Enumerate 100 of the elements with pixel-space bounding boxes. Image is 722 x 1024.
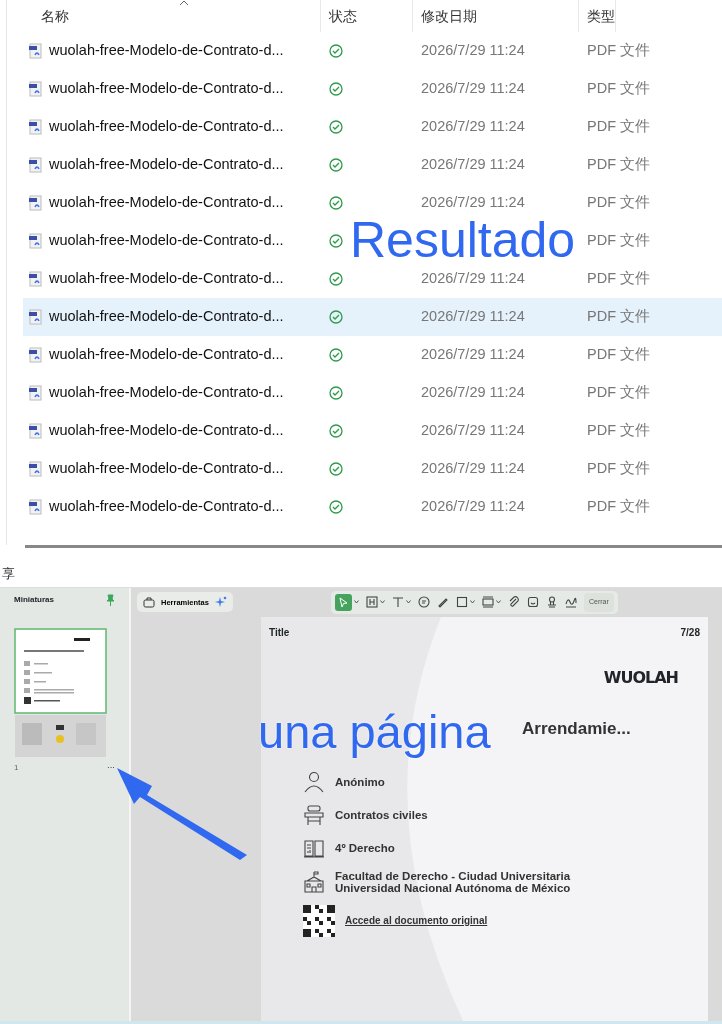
check-circle-icon xyxy=(329,234,343,249)
file-name[interactable]: wuolah-free-Modelo-de-Contrato-d... xyxy=(49,344,284,366)
modified-date: 2026/7/29 11:24 xyxy=(421,42,525,59)
pen-tool[interactable] xyxy=(436,596,449,609)
pdf-file-icon xyxy=(29,233,43,249)
check-circle-icon xyxy=(329,462,343,477)
modified-date: 2026/7/29 11:24 xyxy=(421,384,525,401)
scrollbar[interactable] xyxy=(25,545,722,548)
modified-date: 2026/7/29 11:24 xyxy=(421,80,525,97)
file-name[interactable]: wuolah-free-Modelo-de-Contrato-d... xyxy=(49,420,284,442)
pdf-file-icon xyxy=(29,81,43,97)
file-type: PDF 文件 xyxy=(587,118,651,135)
file-name[interactable]: wuolah-free-Modelo-de-Contrato-d... xyxy=(49,230,284,252)
file-type: PDF 文件 xyxy=(587,346,651,363)
pdf-file-icon xyxy=(29,309,43,325)
file-name[interactable]: wuolah-free-Modelo-de-Contrato-d... xyxy=(49,268,284,290)
modified-date: 2026/7/29 11:24 xyxy=(421,118,525,135)
check-circle-icon xyxy=(329,272,343,287)
text-tool[interactable] xyxy=(391,596,404,609)
paperclip-tool[interactable] xyxy=(507,596,520,609)
column-header[interactable]: 名称 xyxy=(41,5,69,27)
more-button[interactable]: ··· xyxy=(107,762,115,774)
caret-icon[interactable] xyxy=(353,600,359,605)
check-circle-icon xyxy=(329,44,343,59)
caret-icon[interactable] xyxy=(379,600,385,605)
file-type: PDF 文件 xyxy=(587,498,651,515)
file-type: PDF 文件 xyxy=(587,308,651,325)
modified-date: 2026/7/29 11:24 xyxy=(421,308,525,325)
stamp-bar-tool[interactable] xyxy=(481,596,494,609)
meta-text: 4º Derecho xyxy=(335,841,395,855)
pdf-file-icon xyxy=(29,347,43,363)
pdf-file-icon xyxy=(29,43,43,59)
page-counter: 7/28 xyxy=(680,625,700,640)
pin-icon[interactable] xyxy=(106,594,115,606)
desk-icon xyxy=(303,804,325,826)
caret-icon[interactable] xyxy=(495,600,501,605)
file-type: PDF 文件 xyxy=(587,460,651,477)
file-name[interactable]: wuolah-free-Modelo-de-Contrato-d... xyxy=(49,78,284,100)
modified-date: 2026/7/29 11:24 xyxy=(421,194,525,211)
document-title: Arrendamie... xyxy=(522,717,632,740)
check-circle-icon xyxy=(329,424,343,439)
qr-code-icon xyxy=(303,905,335,938)
file-name[interactable]: wuolah-free-Modelo-de-Contrato-d... xyxy=(49,154,284,176)
pdf-file-icon xyxy=(29,499,43,515)
check-circle-icon xyxy=(329,196,343,211)
school-building-icon xyxy=(303,871,325,894)
file-type: PDF 文件 xyxy=(587,194,651,211)
book-icon xyxy=(303,837,325,859)
file-name[interactable]: wuolah-free-Modelo-de-Contrato-d... xyxy=(49,458,284,480)
check-circle-icon xyxy=(329,120,343,135)
check-circle-icon xyxy=(329,386,343,401)
check-circle-icon xyxy=(329,82,343,97)
page-thumbnail[interactable] xyxy=(14,628,107,758)
check-circle-icon xyxy=(329,158,343,173)
check-circle-icon xyxy=(329,310,343,325)
pdf-file-icon xyxy=(29,423,43,439)
share-label[interactable]: 享 xyxy=(2,566,15,581)
check-circle-icon xyxy=(329,500,343,515)
modified-date: 2026/7/29 11:24 xyxy=(421,270,525,287)
file-type: PDF 文件 xyxy=(587,270,651,287)
modified-date: 2026/7/29 11:24 xyxy=(421,498,525,515)
comment-tool[interactable] xyxy=(417,596,430,609)
check-circle-icon xyxy=(329,348,343,363)
caret-icon[interactable] xyxy=(405,600,411,605)
file-name[interactable]: wuolah-free-Modelo-de-Contrato-d... xyxy=(49,496,284,518)
file-name[interactable]: wuolah-free-Modelo-de-Contrato-d... xyxy=(49,192,284,214)
modified-date: 2026/7/29 11:24 xyxy=(421,156,525,173)
select-tool[interactable] xyxy=(334,593,352,611)
pdf-file-icon xyxy=(29,271,43,287)
meta-text: Facultad de Derecho - Ciudad Universitaria Universidad Nacional Autónoma de México xyxy=(335,870,571,895)
meta-text: Anónimo xyxy=(335,775,385,789)
file-name[interactable]: wuolah-free-Modelo-de-Contrato-d... xyxy=(49,382,284,404)
sort-caret-icon xyxy=(179,0,189,5)
file-type: PDF 文件 xyxy=(587,156,651,173)
file-name[interactable]: wuolah-free-Modelo-de-Contrato-d... xyxy=(49,116,284,138)
file-name[interactable]: wuolah-free-Modelo-de-Contrato-d... xyxy=(49,40,284,62)
annotation-text: Resultado xyxy=(350,215,576,265)
pdf-file-icon xyxy=(29,157,43,173)
person-icon xyxy=(303,771,325,793)
file-type: PDF 文件 xyxy=(587,42,651,59)
toolbox-icon xyxy=(143,596,155,608)
column-header[interactable]: 状态 xyxy=(329,5,357,27)
pdf-file-icon xyxy=(29,195,43,211)
page-header-title: Title xyxy=(269,625,290,640)
wuolah-logo: WUOLAH xyxy=(602,666,678,689)
stamp-tool[interactable] xyxy=(545,596,558,609)
file-name[interactable]: wuolah-free-Modelo-de-Contrato-d... xyxy=(49,306,284,328)
page-number: 1 xyxy=(14,762,19,774)
pdf-file-icon xyxy=(29,385,43,401)
column-header[interactable]: 类型 xyxy=(587,5,615,27)
caret-icon[interactable] xyxy=(469,600,475,605)
file-type: PDF 文件 xyxy=(587,422,651,439)
sticker-tool[interactable] xyxy=(526,596,539,609)
heading-tool[interactable] xyxy=(365,596,378,609)
shape-tool[interactable] xyxy=(455,596,468,609)
document-link[interactable]: Accede al documento original xyxy=(345,915,488,927)
signature-tool[interactable] xyxy=(564,596,577,609)
file-type: PDF 文件 xyxy=(587,80,651,97)
file-type: PDF 文件 xyxy=(587,232,651,249)
column-header[interactable]: 修改日期 xyxy=(421,5,477,27)
